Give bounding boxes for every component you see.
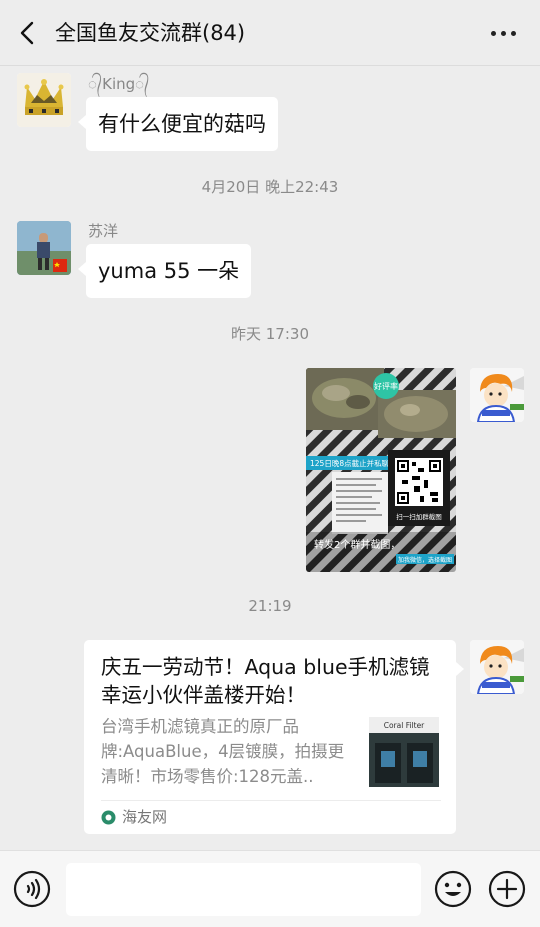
chevron-left-icon[interactable]: [14, 18, 40, 48]
thumb-label: Coral Filter: [384, 721, 425, 730]
message-bubble[interactable]: yuma 55 一朵: [77, 244, 252, 298]
crown-avatar[interactable]: [17, 73, 71, 127]
input-bar: [0, 850, 540, 927]
voice-icon[interactable]: [13, 870, 51, 908]
card-source: 海友网: [101, 807, 167, 827]
image-bottom-small: 加我微信，选择截图: [398, 556, 452, 564]
sender-name: ᭄King᭄: [88, 75, 150, 93]
badge-text: 好评率: [374, 381, 398, 391]
qr-caption: 扫一扫加群截图: [396, 512, 442, 521]
photo-avatar[interactable]: [17, 221, 71, 275]
banner-text: 125日晚8点截止并私聊: [310, 458, 389, 468]
timestamp: 昨天 17:30: [231, 325, 309, 343]
timestamp: 21:19: [248, 597, 292, 615]
cartoon-avatar[interactable]: [470, 368, 524, 422]
message-input[interactable]: [66, 863, 421, 916]
sender-name: 苏洋: [88, 222, 119, 240]
cartoon-avatar[interactable]: [470, 640, 524, 694]
message-list[interactable]: ᭄King᭄ 有什么便宜的菇吗 4月20日 晚上22:43 苏洋 yuma 55…: [0, 67, 540, 850]
chat-title: 全国鱼友交流群(84): [55, 21, 246, 45]
timestamp: 4月20日 晚上22:43: [201, 178, 339, 196]
card-description: 台湾手机滤镜真正的原厂品牌:AquaBlue，4层镀膜，拍摄更清晰！市场零售价:…: [101, 717, 345, 786]
chat-header: 全国鱼友交流群(84): [0, 0, 540, 66]
link-card[interactable]: 庆五一劳动节！Aqua blue手机滤镜幸运小伙伴盖楼开始！ 台湾手机滤镜真正的…: [84, 640, 464, 834]
card-source-name: 海友网: [122, 808, 168, 826]
card-divider: [101, 800, 441, 801]
message-bubble[interactable]: 有什么便宜的菇吗: [78, 97, 278, 151]
card-title: 庆五一劳动节！Aqua blue手机滤镜幸运小伙伴盖楼开始！: [101, 655, 430, 707]
card-thumbnail: Coral Filter: [369, 717, 439, 787]
source-logo-icon: [101, 810, 116, 824]
image-bottom-text: 转发2个群并截图，: [314, 538, 400, 551]
more-dots-icon[interactable]: [491, 31, 516, 36]
plus-icon[interactable]: [488, 870, 526, 908]
image-message[interactable]: 好评率 125日晚8点截止并私聊 扫一扫加群截图 转发2个群并截图， 加我微信，…: [306, 368, 456, 572]
emoji-icon[interactable]: [434, 870, 472, 908]
